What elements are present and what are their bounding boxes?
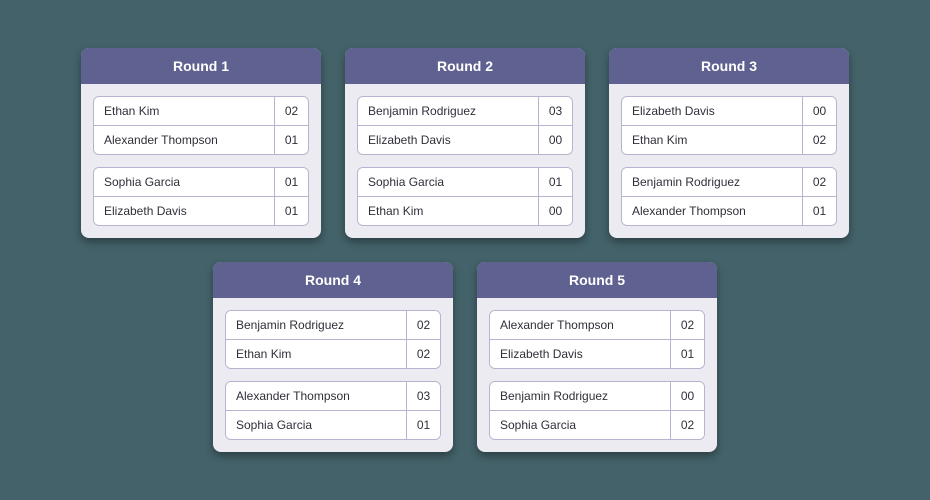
player-score: 02 bbox=[670, 311, 704, 339]
round-card-3: Round 3 Elizabeth Davis 00 Ethan Kim 02 … bbox=[609, 48, 849, 238]
player-name: Benjamin Rodriguez bbox=[622, 168, 802, 196]
player-name: Alexander Thompson bbox=[622, 197, 802, 225]
match: Sophia Garcia 01 Elizabeth Davis 01 bbox=[93, 167, 309, 226]
player-row: Benjamin Rodriguez 02 bbox=[226, 311, 440, 339]
player-row: Sophia Garcia 01 bbox=[226, 410, 440, 439]
round-title: Round 4 bbox=[213, 262, 453, 298]
player-name: Elizabeth Davis bbox=[358, 126, 538, 154]
rounds-row-1: Round 1 Ethan Kim 02 Alexander Thompson … bbox=[81, 48, 849, 238]
player-name: Alexander Thompson bbox=[94, 126, 274, 154]
player-name: Elizabeth Davis bbox=[490, 340, 670, 368]
player-score: 02 bbox=[406, 311, 440, 339]
player-row: Elizabeth Davis 01 bbox=[94, 196, 308, 225]
round-card-4: Round 4 Benjamin Rodriguez 02 Ethan Kim … bbox=[213, 262, 453, 452]
player-score: 01 bbox=[538, 168, 572, 196]
round-body: Ethan Kim 02 Alexander Thompson 01 Sophi… bbox=[81, 84, 321, 238]
player-score: 03 bbox=[538, 97, 572, 125]
player-name: Ethan Kim bbox=[94, 97, 274, 125]
match: Alexander Thompson 02 Elizabeth Davis 01 bbox=[489, 310, 705, 369]
player-name: Sophia Garcia bbox=[94, 168, 274, 196]
player-row: Benjamin Rodriguez 02 bbox=[622, 168, 836, 196]
round-title: Round 1 bbox=[81, 48, 321, 84]
player-score: 02 bbox=[274, 97, 308, 125]
player-score: 01 bbox=[274, 126, 308, 154]
player-name: Sophia Garcia bbox=[226, 411, 406, 439]
player-score: 01 bbox=[274, 168, 308, 196]
player-row: Ethan Kim 00 bbox=[358, 196, 572, 225]
player-row: Ethan Kim 02 bbox=[622, 125, 836, 154]
match: Benjamin Rodriguez 03 Elizabeth Davis 00 bbox=[357, 96, 573, 155]
round-body: Elizabeth Davis 00 Ethan Kim 02 Benjamin… bbox=[609, 84, 849, 238]
player-row: Alexander Thompson 01 bbox=[94, 125, 308, 154]
match: Sophia Garcia 01 Ethan Kim 00 bbox=[357, 167, 573, 226]
player-score: 00 bbox=[538, 126, 572, 154]
player-row: Alexander Thompson 03 bbox=[226, 382, 440, 410]
player-score: 00 bbox=[538, 197, 572, 225]
player-name: Sophia Garcia bbox=[358, 168, 538, 196]
player-score: 03 bbox=[406, 382, 440, 410]
round-title: Round 2 bbox=[345, 48, 585, 84]
player-score: 00 bbox=[802, 97, 836, 125]
round-card-2: Round 2 Benjamin Rodriguez 03 Elizabeth … bbox=[345, 48, 585, 238]
player-score: 00 bbox=[670, 382, 704, 410]
match: Benjamin Rodriguez 00 Sophia Garcia 02 bbox=[489, 381, 705, 440]
player-name: Benjamin Rodriguez bbox=[226, 311, 406, 339]
player-row: Alexander Thompson 01 bbox=[622, 196, 836, 225]
player-name: Ethan Kim bbox=[622, 126, 802, 154]
round-title: Round 5 bbox=[477, 262, 717, 298]
round-body: Alexander Thompson 02 Elizabeth Davis 01… bbox=[477, 298, 717, 452]
player-score: 01 bbox=[274, 197, 308, 225]
player-row: Ethan Kim 02 bbox=[94, 97, 308, 125]
round-body: Benjamin Rodriguez 03 Elizabeth Davis 00… bbox=[345, 84, 585, 238]
player-score: 02 bbox=[802, 126, 836, 154]
player-row: Elizabeth Davis 00 bbox=[358, 125, 572, 154]
player-name: Ethan Kim bbox=[226, 340, 406, 368]
match: Benjamin Rodriguez 02 Ethan Kim 02 bbox=[225, 310, 441, 369]
player-name: Alexander Thompson bbox=[490, 311, 670, 339]
player-row: Alexander Thompson 02 bbox=[490, 311, 704, 339]
round-body: Benjamin Rodriguez 02 Ethan Kim 02 Alexa… bbox=[213, 298, 453, 452]
round-card-5: Round 5 Alexander Thompson 02 Elizabeth … bbox=[477, 262, 717, 452]
player-score: 01 bbox=[802, 197, 836, 225]
player-name: Sophia Garcia bbox=[490, 411, 670, 439]
player-name: Ethan Kim bbox=[358, 197, 538, 225]
player-name: Benjamin Rodriguez bbox=[358, 97, 538, 125]
match: Elizabeth Davis 00 Ethan Kim 02 bbox=[621, 96, 837, 155]
player-row: Sophia Garcia 01 bbox=[94, 168, 308, 196]
player-row: Ethan Kim 02 bbox=[226, 339, 440, 368]
match: Ethan Kim 02 Alexander Thompson 01 bbox=[93, 96, 309, 155]
round-card-1: Round 1 Ethan Kim 02 Alexander Thompson … bbox=[81, 48, 321, 238]
player-row: Sophia Garcia 02 bbox=[490, 410, 704, 439]
player-name: Alexander Thompson bbox=[226, 382, 406, 410]
player-row: Elizabeth Davis 01 bbox=[490, 339, 704, 368]
player-score: 02 bbox=[406, 340, 440, 368]
player-name: Elizabeth Davis bbox=[94, 197, 274, 225]
match: Benjamin Rodriguez 02 Alexander Thompson… bbox=[621, 167, 837, 226]
player-score: 02 bbox=[670, 411, 704, 439]
player-name: Benjamin Rodriguez bbox=[490, 382, 670, 410]
player-score: 01 bbox=[406, 411, 440, 439]
round-title: Round 3 bbox=[609, 48, 849, 84]
rounds-row-2: Round 4 Benjamin Rodriguez 02 Ethan Kim … bbox=[213, 262, 717, 452]
player-row: Benjamin Rodriguez 00 bbox=[490, 382, 704, 410]
player-name: Elizabeth Davis bbox=[622, 97, 802, 125]
player-score: 02 bbox=[802, 168, 836, 196]
match: Alexander Thompson 03 Sophia Garcia 01 bbox=[225, 381, 441, 440]
player-row: Benjamin Rodriguez 03 bbox=[358, 97, 572, 125]
player-score: 01 bbox=[670, 340, 704, 368]
player-row: Elizabeth Davis 00 bbox=[622, 97, 836, 125]
player-row: Sophia Garcia 01 bbox=[358, 168, 572, 196]
